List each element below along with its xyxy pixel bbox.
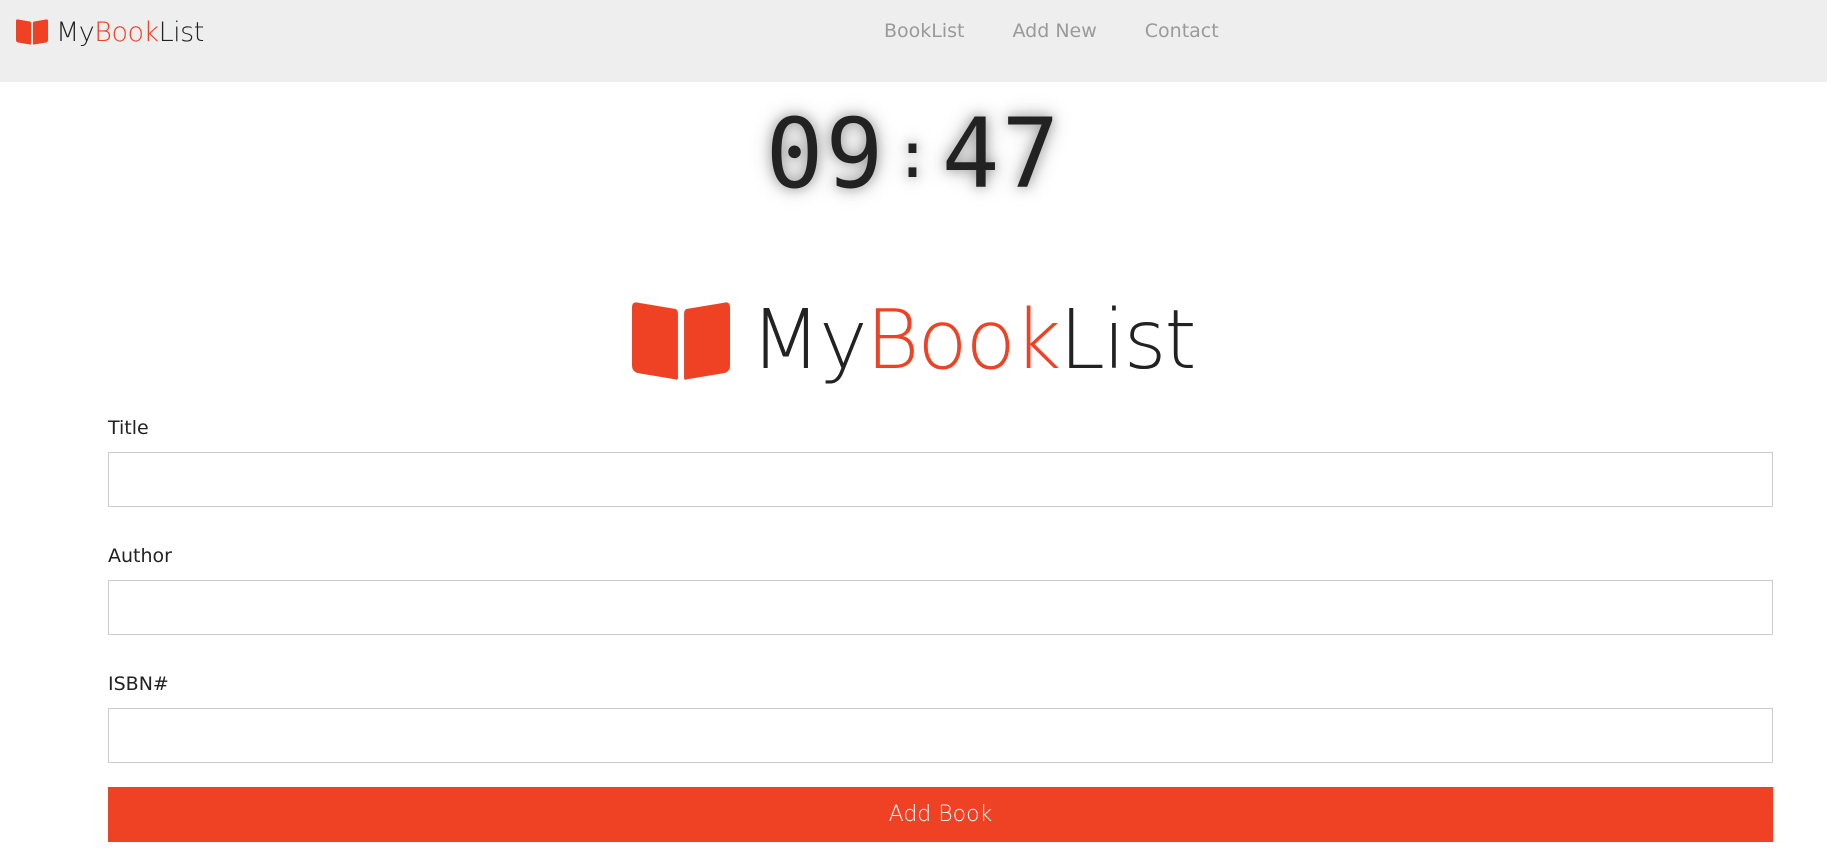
isbn-input[interactable] bbox=[108, 708, 1773, 763]
brand-part-my: My bbox=[56, 16, 95, 48]
author-input[interactable] bbox=[108, 580, 1773, 635]
hero-logo: MyBookList bbox=[0, 300, 1827, 382]
title-input[interactable] bbox=[108, 452, 1773, 507]
nav-link-contact[interactable]: Contact bbox=[1145, 19, 1219, 43]
digital-clock: 09:47 bbox=[0, 98, 1827, 212]
clock-minutes: 47 bbox=[941, 98, 1062, 210]
hero-title: MyBookList bbox=[750, 300, 1196, 382]
author-label: Author bbox=[108, 545, 172, 567]
brand-name: MyBookList bbox=[56, 19, 204, 46]
add-book-form: Title Author ISBN# Add Book bbox=[108, 412, 1773, 842]
open-book-icon bbox=[16, 19, 48, 45]
isbn-field-group: ISBN# bbox=[108, 668, 1773, 763]
isbn-label: ISBN# bbox=[108, 673, 169, 695]
main-nav: BookList Add New Contact bbox=[884, 19, 1267, 43]
open-book-icon bbox=[632, 301, 731, 381]
hero-part-book: Book bbox=[865, 293, 1062, 388]
nav-link-add-new[interactable]: Add New bbox=[1013, 19, 1097, 43]
title-label: Title bbox=[108, 417, 149, 439]
hero-part-my: My bbox=[750, 293, 867, 388]
brand-part-book: Book bbox=[94, 16, 159, 48]
author-field-group: Author bbox=[108, 540, 1773, 635]
add-book-button[interactable]: Add Book bbox=[108, 787, 1773, 842]
title-field-group: Title bbox=[108, 412, 1773, 507]
navbar: MyBookList BookList Add New Contact bbox=[0, 0, 1827, 82]
brand-part-list: List bbox=[158, 16, 205, 48]
brand-logo-link[interactable]: MyBookList bbox=[16, 14, 204, 50]
hero-part-list: List bbox=[1059, 293, 1196, 388]
clock-hours: 09 bbox=[765, 98, 886, 210]
clock-separator: : bbox=[893, 119, 934, 193]
nav-link-booklist[interactable]: BookList bbox=[884, 19, 965, 43]
